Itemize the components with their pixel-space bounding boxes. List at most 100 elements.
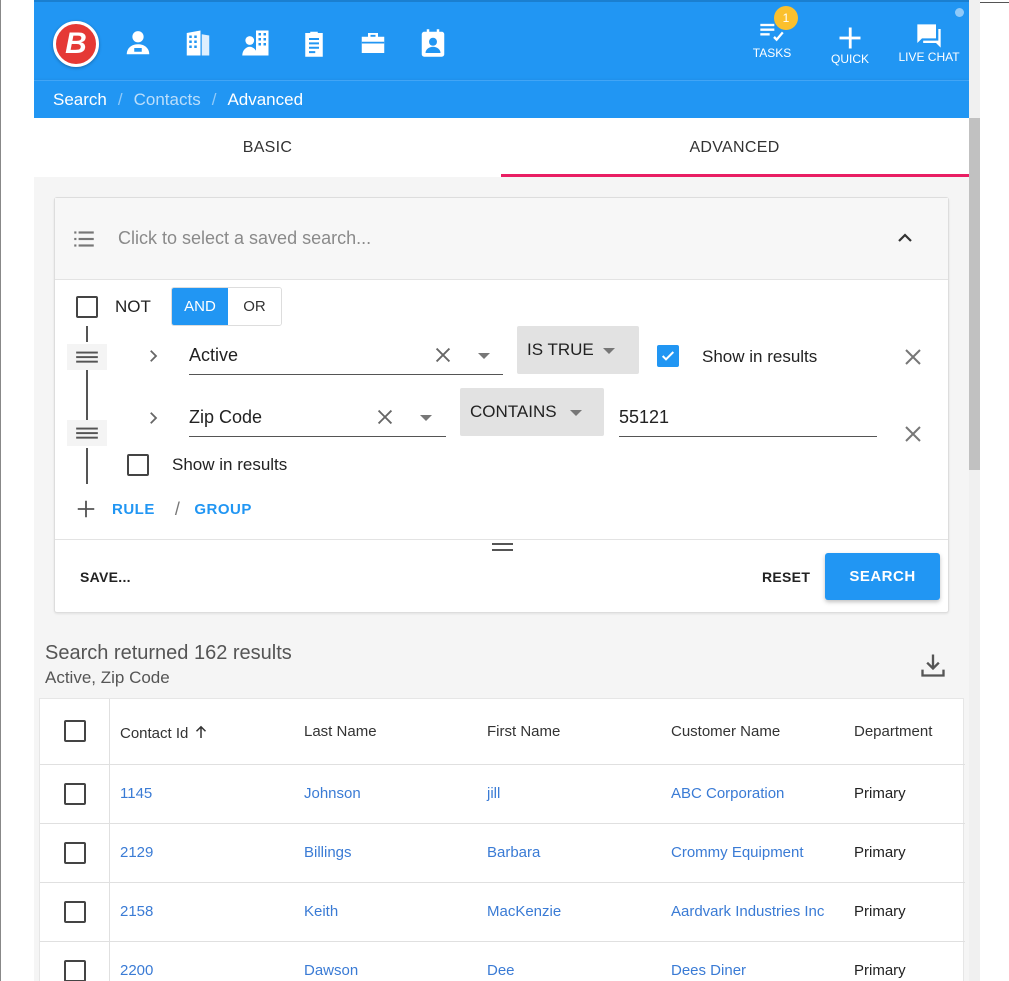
rule-1-show-label: Show in results <box>702 347 818 366</box>
sort-arrow-up-icon[interactable] <box>192 723 210 741</box>
row-checkbox[interactable] <box>64 783 86 805</box>
scrollbar-thumb[interactable] <box>969 118 980 470</box>
row-checkbox[interactable] <box>64 842 86 864</box>
rule-1-operator-select[interactable]: IS TRUE <box>517 326 639 374</box>
last-name-link[interactable]: Billings <box>304 844 352 861</box>
tab-advanced[interactable]: ADVANCED <box>501 118 968 177</box>
drag-handle[interactable] <box>67 420 107 446</box>
column-header-first-name[interactable]: First Name <box>487 723 560 740</box>
rule-1-field-select[interactable]: Active <box>189 335 503 375</box>
or-button[interactable]: OR <box>228 288 281 325</box>
and-button[interactable]: AND <box>172 288 228 325</box>
download-icon[interactable] <box>919 651 947 679</box>
department-cell: Primary <box>854 903 906 920</box>
reset-button[interactable]: RESET <box>762 569 810 585</box>
saved-search-selector[interactable]: Click to select a saved search... <box>55 198 948 280</box>
plus-icon <box>77 500 95 518</box>
column-header-last-name[interactable]: Last Name <box>304 723 377 740</box>
first-name-link[interactable]: Dee <box>487 962 515 979</box>
add-separator: / <box>174 498 181 519</box>
live-chat-button[interactable]: LIVE CHAT <box>898 22 960 64</box>
chevron-up-icon[interactable] <box>893 226 917 250</box>
last-name-link[interactable]: Johnson <box>304 785 361 802</box>
contact-id-link[interactable]: 2158 <box>120 903 153 920</box>
add-group-button[interactable]: GROUP <box>194 501 252 518</box>
remove-rule-icon[interactable] <box>901 422 925 446</box>
table-row: 1145 Johnson jill ABC Corporation Primar… <box>40 765 965 824</box>
first-name-link[interactable]: MacKenzie <box>487 903 561 920</box>
rule-2-value-input[interactable]: 55121 <box>619 397 877 437</box>
save-button[interactable]: SAVE... <box>80 569 131 585</box>
app-logo[interactable]: B <box>53 21 99 67</box>
drag-handle[interactable] <box>67 344 107 370</box>
dropdown-caret-icon <box>603 348 615 354</box>
results-summary: Search returned 162 results <box>45 642 292 664</box>
clear-icon[interactable] <box>374 406 396 428</box>
last-name-link[interactable]: Keith <box>304 903 338 920</box>
person-icon[interactable] <box>121 26 155 60</box>
department-cell: Primary <box>854 785 906 802</box>
customer-name-link[interactable]: Crommy Equipment <box>671 844 804 861</box>
row-checkbox[interactable] <box>64 901 86 923</box>
page-scrollbar[interactable] <box>969 0 980 981</box>
customer-name-link[interactable]: Aardvark Industries Inc <box>671 903 824 920</box>
rule-1-show-checkbox[interactable] <box>657 345 679 367</box>
column-header-customer-name[interactable]: Customer Name <box>671 723 780 740</box>
column-header-contact-id[interactable]: Contact Id <box>120 723 210 742</box>
breadcrumb-separator: / <box>211 89 217 109</box>
chat-icon <box>917 24 941 48</box>
breadcrumb-advanced: Advanced <box>227 89 304 109</box>
breadcrumb-contacts[interactable]: Contacts <box>134 90 201 110</box>
chevron-right-icon[interactable] <box>144 347 162 365</box>
building-icon[interactable] <box>181 26 215 60</box>
results-fields: Active, Zip Code <box>45 668 170 687</box>
rule-2-value: 55121 <box>619 407 670 427</box>
dropdown-caret-icon[interactable] <box>478 353 490 359</box>
not-label: NOT <box>115 297 151 316</box>
rule-2-field-value: Zip Code <box>189 407 263 427</box>
tree-line <box>86 368 88 422</box>
rule-2-field-select[interactable]: Zip Code <box>189 397 446 437</box>
resize-grip-icon[interactable] <box>492 543 513 551</box>
column-header-department[interactable]: Department <box>854 723 932 740</box>
dropdown-caret-icon[interactable] <box>420 415 432 421</box>
customer-name-link[interactable]: Dees Diner <box>671 962 746 979</box>
contact-id-link[interactable]: 1145 <box>120 785 152 802</box>
clipboard-icon[interactable] <box>297 26 331 60</box>
drag-handle-icon <box>76 351 98 363</box>
chevron-right-icon[interactable] <box>144 409 162 427</box>
last-name-link[interactable]: Dawson <box>304 962 358 979</box>
add-rule-button[interactable]: RULE <box>112 501 155 518</box>
tasks-button[interactable]: 1 TASKS <box>752 6 798 60</box>
status-dot <box>955 8 964 17</box>
table-row: 2158 Keith MacKenzie Aardvark Industries… <box>40 883 965 942</box>
search-button[interactable]: SEARCH <box>825 553 940 600</box>
rule-2-show-checkbox[interactable] <box>127 454 149 476</box>
table-row: 2129 Billings Barbara Crommy Equipment P… <box>40 824 965 883</box>
row-checkbox[interactable] <box>64 960 86 981</box>
briefcase-icon[interactable] <box>356 26 390 60</box>
select-all-checkbox[interactable] <box>64 720 86 742</box>
first-name-link[interactable]: Barbara <box>487 844 540 861</box>
not-checkbox[interactable] <box>76 296 98 318</box>
contact-id-link[interactable]: 2129 <box>120 844 153 861</box>
rule-1-field-value: Active <box>189 345 239 365</box>
customer-name-link[interactable]: ABC Corporation <box>671 785 784 802</box>
quick-add-button[interactable]: QUICK <box>829 24 871 66</box>
tree-line <box>86 326 88 342</box>
checkmark-icon <box>661 351 675 361</box>
rule-2-operator-select[interactable]: CONTAINS <box>460 388 604 436</box>
window-top-edge <box>980 2 1009 3</box>
contact-id-link[interactable]: 2200 <box>120 962 153 979</box>
app-window: B 1 TASKS QUICK LIVE CHAT Search / Conta… <box>34 0 969 981</box>
clear-icon[interactable] <box>432 344 454 366</box>
breadcrumb-search[interactable]: Search <box>53 90 107 110</box>
rule-1-operator-value: IS TRUE <box>527 340 594 359</box>
contact-card-icon[interactable] <box>416 26 450 60</box>
remove-rule-icon[interactable] <box>901 345 925 369</box>
table-row: 2200 Dawson Dee Dees Diner Primary <box>40 942 965 981</box>
tab-basic[interactable]: BASIC <box>34 118 501 177</box>
first-name-link[interactable]: jill <box>487 785 500 802</box>
and-or-toggle: AND OR <box>171 287 282 326</box>
contacts-building-icon[interactable] <box>239 26 273 60</box>
